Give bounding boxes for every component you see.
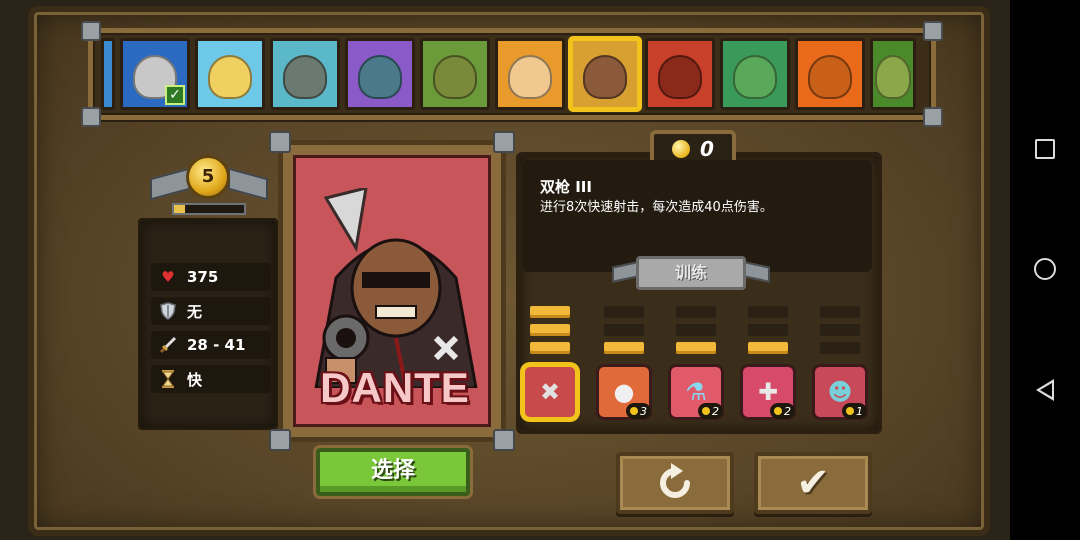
back-icon[interactable]	[1036, 378, 1054, 401]
gold-coin-icon	[672, 140, 691, 158]
level-number: 5	[186, 155, 230, 199]
hero-portrait-stone-golem[interactable]	[270, 38, 340, 110]
card-corner-bolt	[269, 131, 291, 153]
card-corner-bolt	[493, 429, 515, 451]
shield-icon	[159, 302, 177, 320]
skill-level-bar	[748, 306, 788, 318]
hero-portrait-wizard[interactable]: ✓	[120, 38, 190, 110]
stat-damage-value: 28 - 41	[187, 336, 246, 354]
strip-corner-bolt	[923, 107, 943, 127]
home-icon[interactable]	[1034, 257, 1056, 280]
badge-wing-right	[228, 167, 268, 201]
skill-column-potion: ⚗ 2	[668, 296, 728, 424]
hero-portrait-partial-left[interactable]	[101, 38, 115, 110]
skill-level-bar	[676, 324, 716, 336]
crossed-pistols-icon: ✖	[539, 378, 561, 406]
skill-cost-badge: 1	[842, 403, 867, 419]
skill-cost-badge: 2	[698, 403, 723, 419]
stat-speed: 快	[151, 365, 271, 393]
heart-icon: ♥	[161, 268, 175, 286]
reset-button[interactable]	[616, 452, 734, 514]
skill-level-bar	[748, 342, 788, 354]
hero-stats-panel: ♥ 375 无 28 - 41 快	[138, 218, 278, 430]
hero-portrait-demon[interactable]	[645, 38, 715, 110]
card-corner-bolt	[493, 131, 515, 153]
undo-icon	[660, 463, 690, 498]
train-button[interactable]: 训练	[636, 256, 746, 290]
hero-card-art: DANTE	[293, 155, 491, 427]
hero-level-badge: 5	[150, 155, 268, 221]
hero-portrait-dante[interactable]	[570, 38, 640, 110]
skill-level-bar	[676, 306, 716, 318]
checkmark-icon: ✓	[165, 85, 185, 105]
select-hero-button[interactable]: 选择	[316, 448, 470, 496]
skill-title: 双枪 III	[540, 178, 592, 196]
skill-column-grenade: ● 3	[596, 296, 656, 424]
skill-level-bar	[748, 324, 788, 336]
hero-portrait-crocodile[interactable]	[420, 38, 490, 110]
card-corner-bolt	[269, 429, 291, 451]
stat-health-value: 375	[187, 268, 219, 286]
grenade-icon: ●	[613, 378, 635, 406]
stat-health: ♥ 375	[151, 263, 271, 291]
hourglass-icon	[159, 370, 177, 388]
hunter-mask-icon: ☻	[827, 378, 853, 406]
skill-cost-badge: 3	[626, 403, 651, 419]
dante-illustration	[314, 188, 478, 388]
skill-column-holy-cross: ✚ 2	[740, 296, 800, 424]
sword-icon	[159, 336, 177, 354]
skill-level-bar	[820, 342, 860, 354]
skill-holy-cross-button[interactable]: ✚ 2	[740, 364, 796, 420]
potion-icon: ⚗	[685, 378, 707, 406]
hero-portrait-monk[interactable]	[495, 38, 565, 110]
stat-armor-value: 无	[187, 302, 203, 321]
skill-level-bar	[604, 342, 644, 354]
xp-progress-bar	[172, 203, 246, 215]
hero-portrait-priestess[interactable]	[195, 38, 265, 110]
skill-level-bar	[820, 324, 860, 336]
strip-corner-bolt	[923, 21, 943, 41]
skill-hunter-mask-button[interactable]: ☻ 1	[812, 364, 868, 420]
badge-wing-left	[150, 167, 190, 201]
gold-value: 0	[700, 137, 714, 161]
skill-description: 进行8次快速射击，每次造成40点伤害。	[540, 200, 773, 215]
confirm-button[interactable]: ✔	[754, 452, 872, 514]
game-screen: ✓ 5 ♥ 375 无 28 - 41 快 DANTE 选择 0 双枪 III …	[0, 0, 1010, 540]
strip-corner-bolt	[81, 21, 101, 41]
hero-name: DANTE	[320, 364, 470, 411]
skill-level-bar	[530, 306, 570, 318]
stat-speed-value: 快	[187, 370, 203, 389]
hero-selection-strip: ✓	[81, 21, 943, 127]
skill-grenade-button[interactable]: ● 3	[596, 364, 652, 420]
skill-potion-button[interactable]: ⚗ 2	[668, 364, 724, 420]
skill-level-bar	[604, 324, 644, 336]
checkmark-icon: ✔	[796, 460, 830, 506]
recent-apps-icon[interactable]	[1035, 139, 1055, 160]
stat-armor: 无	[151, 297, 271, 325]
hero-portrait-stone-guardian[interactable]	[345, 38, 415, 110]
skill-column-hunter-mask: ☻ 1	[812, 296, 872, 424]
skill-column-dual-pistols: ✖	[522, 296, 582, 424]
strip-corner-bolt	[81, 107, 101, 127]
skill-dual-pistols-button[interactable]: ✖	[522, 364, 578, 420]
skill-cost-badge: 2	[770, 403, 795, 419]
hero-portrait-dragon[interactable]	[795, 38, 865, 110]
skill-level-bar	[676, 342, 716, 354]
hero-card: DANTE	[269, 131, 515, 451]
skill-level-bar	[820, 306, 860, 318]
xp-progress-fill	[174, 205, 185, 213]
hero-portrait-ogre[interactable]	[720, 38, 790, 110]
android-navigation-bar	[1010, 0, 1080, 540]
hero-portrait-partial-right[interactable]	[870, 38, 916, 110]
skill-level-bar	[604, 306, 644, 318]
cross-icon: ✚	[757, 378, 779, 406]
stat-damage: 28 - 41	[151, 331, 271, 359]
skill-level-bar	[530, 342, 570, 354]
skill-level-bar	[530, 324, 570, 336]
